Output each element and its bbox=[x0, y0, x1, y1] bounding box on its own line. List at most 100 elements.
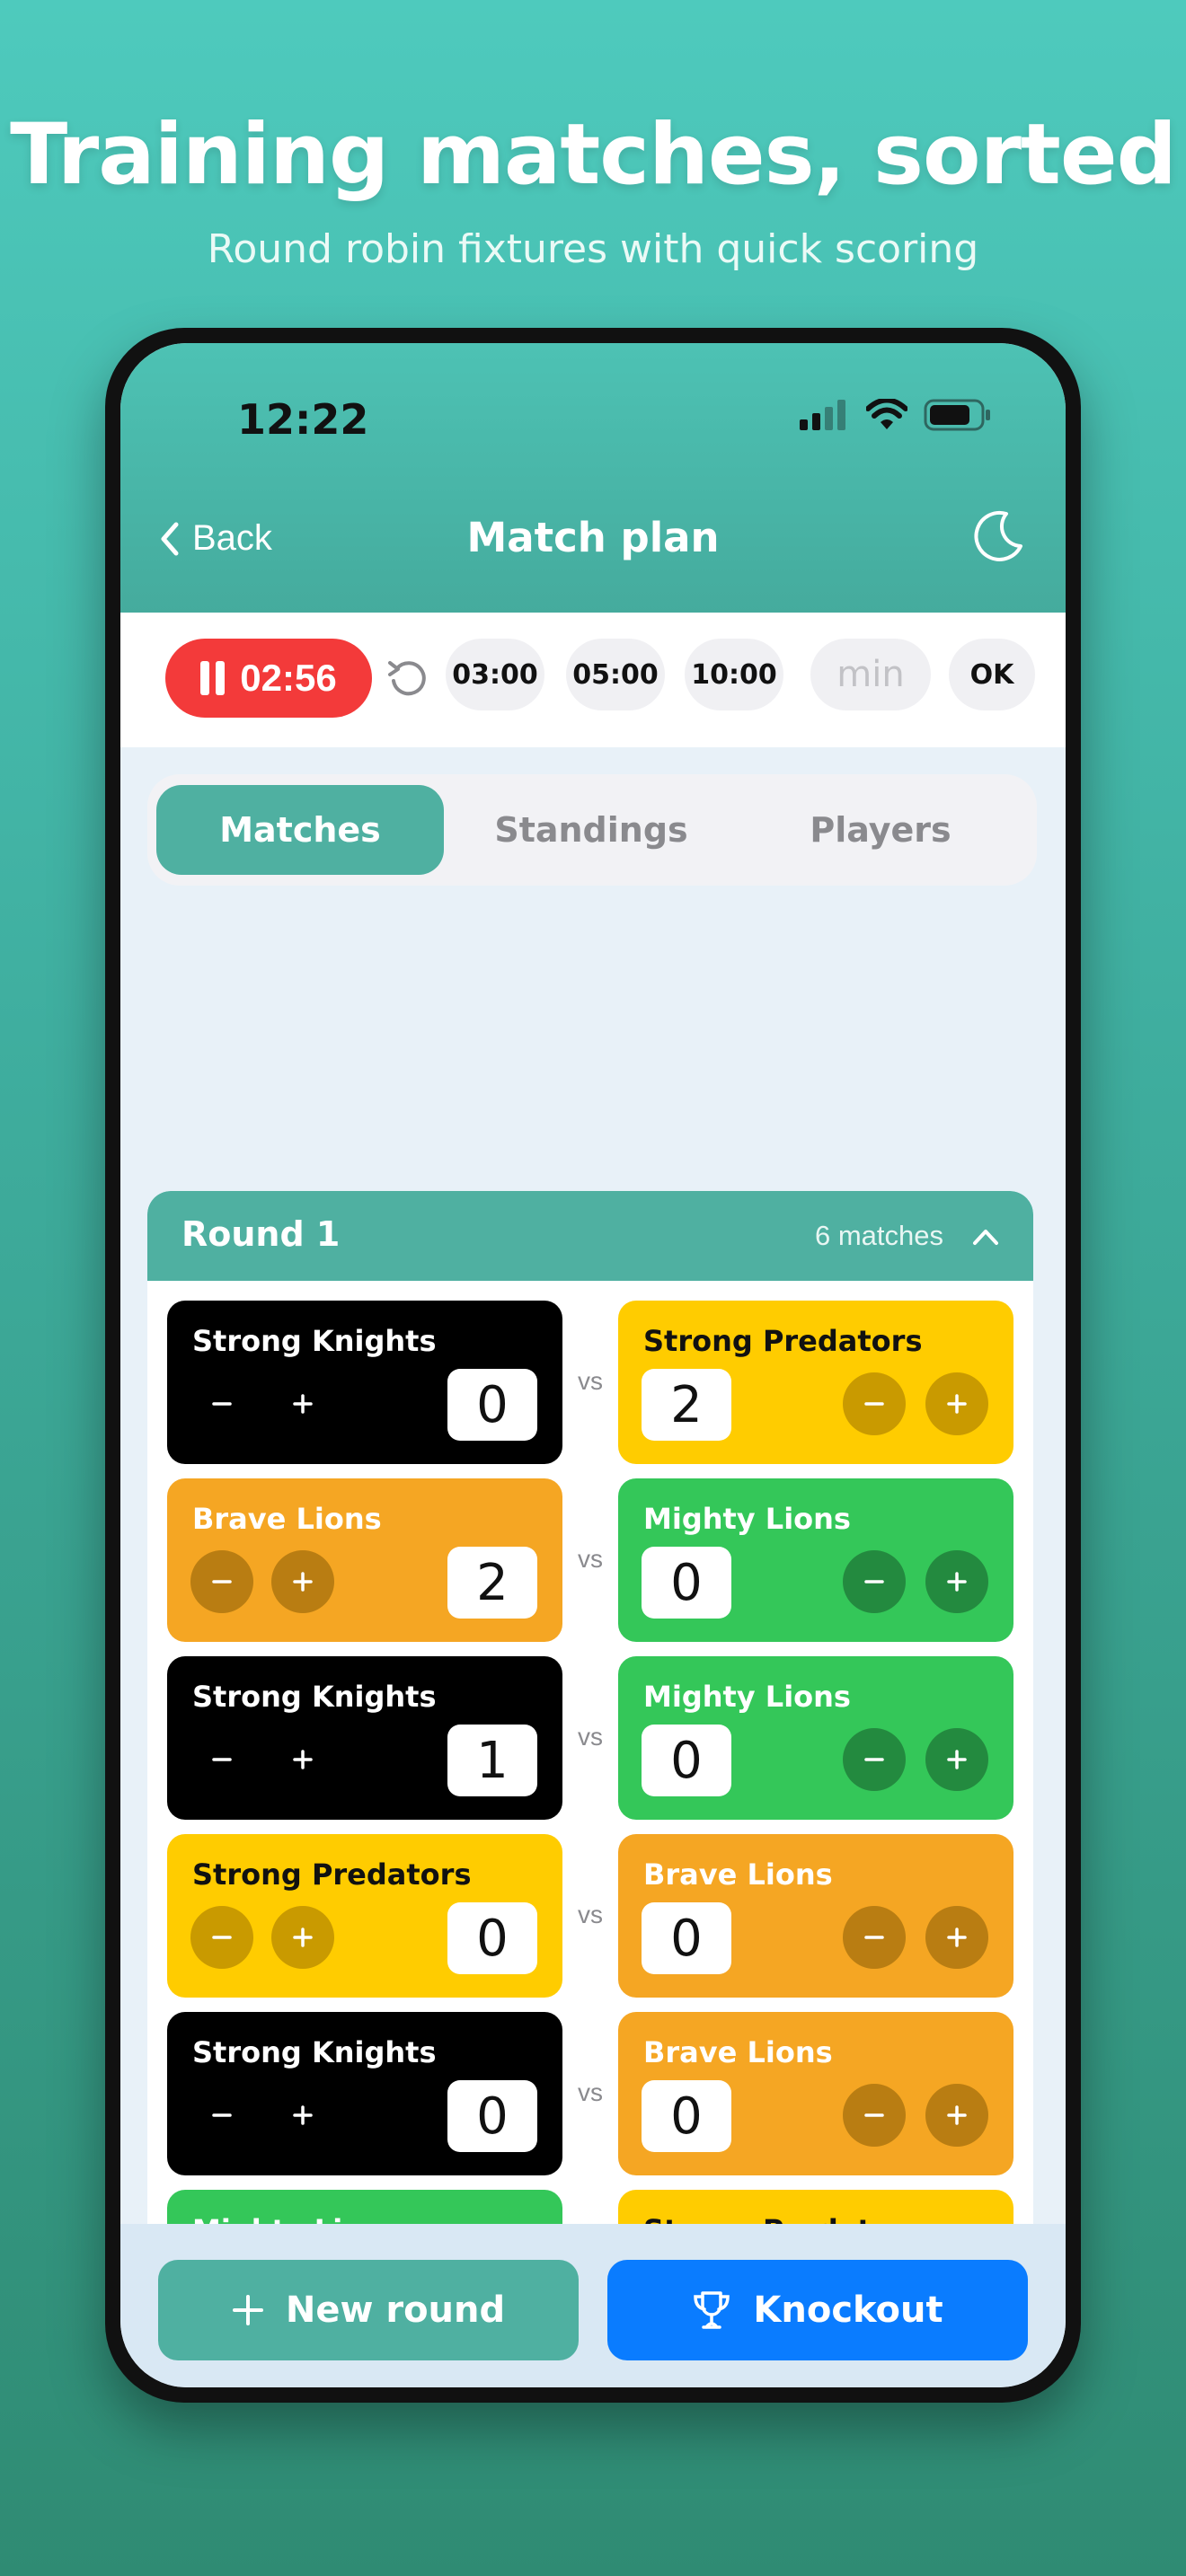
round-title: Round 1 bbox=[181, 1214, 341, 1254]
increment-score-button[interactable] bbox=[271, 1728, 334, 1791]
tab-standings[interactable]: Standings bbox=[447, 785, 735, 875]
team-name: Strong Knights bbox=[192, 2035, 437, 2069]
decrement-score-button[interactable] bbox=[843, 1906, 906, 1969]
plus-icon bbox=[293, 1928, 313, 1947]
timer-reset-button[interactable] bbox=[386, 654, 428, 703]
knockout-button[interactable]: Knockout bbox=[607, 2260, 1028, 2360]
decrement-score-button[interactable] bbox=[190, 2084, 253, 2147]
team-score: 1 bbox=[447, 1725, 537, 1796]
team-name: Strong Predators bbox=[192, 1857, 472, 1892]
pause-icon bbox=[200, 661, 226, 695]
plus-icon bbox=[947, 1572, 967, 1592]
header-bar: 12:22 Back Match plan bbox=[120, 343, 1066, 613]
team-name: Strong Knights bbox=[192, 1680, 437, 1714]
decrement-score-button[interactable] bbox=[190, 1550, 253, 1613]
moon-icon bbox=[974, 510, 1022, 561]
tab-players[interactable]: Players bbox=[737, 785, 1024, 875]
minus-icon bbox=[864, 2113, 884, 2117]
decrement-score-button[interactable] bbox=[843, 2084, 906, 2147]
status-icons bbox=[800, 399, 992, 431]
vs-label: vs bbox=[578, 2078, 603, 2106]
increment-score-button[interactable] bbox=[271, 1372, 334, 1435]
team-card-home: Strong Knights 0 bbox=[167, 1301, 562, 1464]
team-card-home: Strong Knights 0 bbox=[167, 2012, 562, 2175]
back-label: Back bbox=[192, 518, 272, 558]
vs-label: vs bbox=[578, 1723, 603, 1751]
team-name: Brave Lions bbox=[643, 1857, 833, 1892]
vs-label: vs bbox=[578, 1901, 603, 1928]
segmented-tabs: Matches Standings Players bbox=[147, 774, 1037, 886]
increment-score-button[interactable] bbox=[271, 1906, 334, 1969]
decrement-score-button[interactable] bbox=[190, 1728, 253, 1791]
plus-icon bbox=[947, 1394, 967, 1414]
minus-icon bbox=[864, 1580, 884, 1584]
team-score: 0 bbox=[642, 1547, 731, 1619]
minus-icon bbox=[212, 1758, 232, 1761]
timer-pause-button[interactable]: 02:56 bbox=[165, 639, 372, 718]
minus-icon bbox=[212, 2113, 232, 2117]
plus-icon bbox=[293, 1394, 313, 1414]
team-score: 0 bbox=[642, 2080, 731, 2152]
phone-frame: 12:22 Back Match plan 02:56 03:00 05:00 … bbox=[105, 328, 1081, 2403]
minus-icon bbox=[212, 1580, 232, 1584]
reset-icon bbox=[388, 661, 426, 696]
team-card-away: Mighty Lions 0 bbox=[618, 1478, 1013, 1642]
preset-10min-button[interactable]: 10:00 bbox=[685, 639, 783, 710]
minus-icon bbox=[864, 1936, 884, 1939]
trophy-icon bbox=[694, 2291, 730, 2329]
round-header[interactable]: Round 1 6 matches bbox=[147, 1191, 1033, 1281]
plus-icon bbox=[293, 2105, 313, 2125]
plus-icon bbox=[293, 1572, 313, 1592]
preset-3min-button[interactable]: 03:00 bbox=[446, 639, 544, 710]
team-card-away: Mighty Lions 0 bbox=[618, 1656, 1013, 1820]
round-match-count: 6 matches bbox=[814, 1220, 943, 1251]
team-score: 2 bbox=[447, 1547, 537, 1619]
round-card: Round 1 6 matches Strong Knights 0 Strong … bbox=[147, 1191, 1033, 2377]
plus-icon bbox=[232, 2295, 263, 2325]
minus-icon bbox=[212, 1402, 232, 1406]
team-score: 0 bbox=[447, 2080, 537, 2152]
team-card-away: Brave Lions 0 bbox=[618, 1834, 1013, 1998]
timer-value: 02:56 bbox=[240, 657, 337, 699]
increment-score-button[interactable] bbox=[925, 1372, 988, 1435]
promo-headline: Training matches, sorted bbox=[10, 106, 1177, 204]
increment-score-button[interactable] bbox=[271, 1550, 334, 1613]
minus-icon bbox=[212, 1936, 232, 1939]
bottom-bar: New round Knockout bbox=[120, 2224, 1066, 2387]
preset-5min-button[interactable]: 05:00 bbox=[566, 639, 665, 710]
minus-icon bbox=[864, 1402, 884, 1406]
app-screen: 12:22 Back Match plan 02:56 03:00 05:00 … bbox=[120, 343, 1066, 2387]
ok-button[interactable]: OK bbox=[949, 639, 1035, 710]
custom-minutes-input[interactable]: min bbox=[810, 639, 931, 710]
new-round-label: New round bbox=[285, 2289, 506, 2331]
team-score: 0 bbox=[447, 1902, 537, 1974]
increment-score-button[interactable] bbox=[925, 2084, 988, 2147]
team-card-home: Brave Lions 2 bbox=[167, 1478, 562, 1642]
team-name: Mighty Lions bbox=[643, 1502, 851, 1536]
decrement-score-button[interactable] bbox=[190, 1906, 253, 1969]
team-card-away: Strong Predators 2 bbox=[618, 1301, 1013, 1464]
signal-icon bbox=[800, 400, 845, 430]
chevron-left-icon bbox=[161, 522, 179, 555]
increment-score-button[interactable] bbox=[925, 1906, 988, 1969]
decrement-score-button[interactable] bbox=[843, 1728, 906, 1791]
plus-icon bbox=[293, 1750, 313, 1769]
plus-icon bbox=[947, 2105, 967, 2125]
tab-matches[interactable]: Matches bbox=[156, 785, 444, 875]
new-round-button[interactable]: New round bbox=[158, 2260, 579, 2360]
decrement-score-button[interactable] bbox=[843, 1550, 906, 1613]
battery-icon bbox=[924, 399, 990, 431]
increment-score-button[interactable] bbox=[925, 1728, 988, 1791]
team-card-home: Strong Knights 1 bbox=[167, 1656, 562, 1820]
team-card-home: Strong Predators 0 bbox=[167, 1834, 562, 1998]
chevron-up-icon bbox=[973, 1230, 998, 1245]
increment-score-button[interactable] bbox=[271, 2084, 334, 2147]
back-button[interactable]: Back bbox=[158, 518, 272, 559]
team-score: 0 bbox=[642, 1902, 731, 1974]
dark-mode-toggle[interactable] bbox=[970, 508, 1026, 569]
team-name: Strong Knights bbox=[192, 1324, 437, 1358]
decrement-score-button[interactable] bbox=[843, 1372, 906, 1435]
decrement-score-button[interactable] bbox=[190, 1372, 253, 1435]
team-name: Strong Predators bbox=[643, 1324, 923, 1358]
increment-score-button[interactable] bbox=[925, 1550, 988, 1613]
